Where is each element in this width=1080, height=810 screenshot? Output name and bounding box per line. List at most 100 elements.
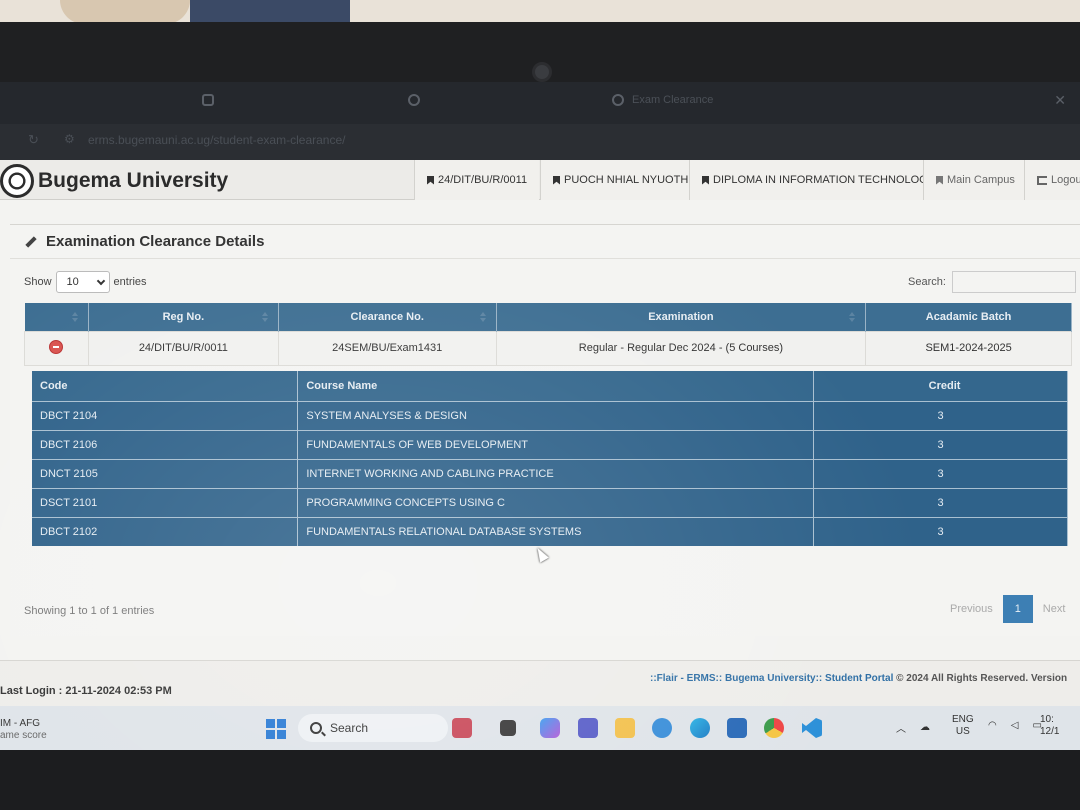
nav-label: Logout (1051, 174, 1080, 186)
widgets-icon[interactable] (452, 718, 472, 738)
nav-student-name[interactable]: PUOCH NHIAL NYUOTH (540, 160, 701, 200)
clearance-panel: Examination Clearance Details Show 10 en… (10, 224, 1080, 636)
nav-reg-number[interactable]: 24/DIT/BU/R/0011 (414, 160, 540, 200)
browser-tab[interactable] (202, 94, 222, 106)
panel-header: Examination Clearance Details (10, 225, 1080, 259)
course-name: SYSTEM ANALYSES & DESIGN (297, 400, 815, 430)
column-header-examination[interactable]: Examination (496, 303, 867, 331)
course-row: DNCT 2105 INTERNET WORKING AND CABLING P… (32, 458, 1068, 488)
windows-start-icon[interactable] (266, 719, 286, 739)
top-navbar: Bugema University 24/DIT/BU/R/0011 PUOCH… (0, 160, 1080, 200)
course-credit: 3 (813, 458, 1068, 488)
nav-label: Main Campus (947, 174, 1015, 186)
course-name: PROGRAMMING CONCEPTS USING C (297, 487, 815, 517)
teams-icon[interactable] (578, 718, 598, 738)
edge-icon[interactable] (690, 718, 710, 738)
tab-label: Exam Clearance (632, 94, 714, 106)
search-label: Search: (908, 276, 946, 288)
pagination: Previous 1 Next (950, 595, 1065, 623)
web-page: Bugema University 24/DIT/BU/R/0011 PUOCH… (0, 160, 1080, 706)
task-view-icon[interactable] (500, 720, 516, 736)
chevron-up-icon[interactable]: ︿ (896, 720, 906, 735)
file-explorer-icon[interactable] (615, 718, 635, 738)
language-indicator[interactable]: ENG US (952, 714, 974, 738)
entries-length-control: Show 10 entries (24, 271, 147, 293)
expand-cell[interactable] (24, 330, 89, 366)
laptop-bezel (0, 22, 1080, 82)
column-header-reg-no[interactable]: Reg No. (88, 303, 279, 331)
entries-select[interactable]: 10 (55, 271, 110, 293)
browser-tab-active[interactable]: Exam Clearance (612, 94, 713, 106)
close-icon[interactable]: ✕ (1054, 92, 1066, 109)
table-header-row: Reg No. Clearance No. Examination Acadam… (24, 303, 1072, 331)
column-label: Examination (648, 310, 714, 323)
chrome-icon[interactable] (764, 718, 784, 738)
reg-no-cell: 24/DIT/BU/R/0011 (87, 330, 279, 366)
column-header-course-name: Course Name (297, 371, 815, 401)
clock-date: 12/1 (1040, 726, 1060, 737)
course-row: DBCT 2106 FUNDAMENTALS OF WEB DEVELOPMEN… (32, 429, 1068, 459)
reload-icon[interactable]: ↻ (28, 132, 39, 148)
brand[interactable]: Bugema University (0, 164, 228, 198)
lang-region: US (955, 726, 970, 737)
copilot-icon[interactable] (540, 718, 560, 738)
photo-object (60, 0, 190, 24)
column-header-batch[interactable]: Acadamic Batch (865, 303, 1072, 331)
lang-code: ENG (952, 714, 974, 725)
store-icon[interactable] (727, 718, 747, 738)
copyright-rest: © 2024 All Rights Reserved. Version (893, 673, 1068, 684)
bookmark-icon (936, 175, 943, 185)
batch-cell: SEM1-2024-2025 (865, 330, 1072, 366)
sort-icon (71, 312, 80, 322)
brand-name: Bugema University (38, 169, 229, 192)
next-button[interactable]: Next (1043, 603, 1066, 615)
column-header-code: Code (32, 371, 299, 401)
status-icons[interactable]: ◠ ◁ ▭ (988, 720, 1042, 731)
copyright-portal: ::Flair - ERMS:: Bugema University:: Stu… (650, 673, 894, 684)
course-code: DBCT 2102 (32, 516, 299, 546)
university-logo-icon (0, 164, 34, 198)
chevron-down-icon (96, 276, 105, 285)
photo-background (0, 0, 1080, 24)
nav-campus[interactable]: Main Campus (923, 160, 1027, 200)
nav-label: PUOCH NHIAL NYUOTH (564, 174, 689, 186)
search-label: Search (330, 721, 369, 735)
course-name: FUNDAMENTALS RELATIONAL DATABASE SYSTEMS (297, 516, 815, 546)
vscode-icon[interactable] (802, 718, 822, 738)
webcam (532, 62, 552, 82)
collapse-icon[interactable] (49, 339, 64, 354)
previous-button[interactable]: Previous (950, 603, 993, 615)
rounded-square-icon (202, 94, 214, 106)
search-input[interactable] (951, 271, 1076, 293)
weather-line: IM - AFG (0, 718, 40, 729)
column-header-clearance-no[interactable]: Clearance No. (278, 303, 497, 331)
taskbar-search[interactable]: Search (298, 714, 448, 742)
weather-sub: ame score (0, 730, 47, 741)
nav-program[interactable]: DIPLOMA IN INFORMATION TECHNOLOGY (689, 160, 948, 200)
column-label: Clearance No. (350, 310, 424, 323)
bookmark-icon (702, 175, 709, 185)
course-code: DNCT 2105 (32, 458, 299, 488)
photo-object (190, 0, 350, 24)
page-1-button[interactable]: 1 (1002, 595, 1033, 623)
column-header-expand[interactable] (24, 303, 89, 331)
examination-cell: Regular - Regular Dec 2024 - (5 Courses) (495, 330, 867, 366)
address-bar[interactable]: ↻ ⚙ erms.bugemauni.ac.ug/student-exam-cl… (0, 124, 1080, 160)
site-info-icon[interactable]: ⚙ (64, 132, 75, 146)
courses-header-row: Code Course Name Credit (32, 371, 1068, 401)
app-icon[interactable] (652, 718, 672, 738)
taskbar: IM - AFG ame score Search ︿ ☁ ENG US ◠ ◁… (0, 706, 1080, 750)
last-login: Last Login : 21-11-2024 02:53 PM (0, 685, 172, 697)
browser-tab[interactable] (408, 94, 428, 106)
entries-label: entries (113, 276, 147, 288)
cloud-icon[interactable]: ☁ (920, 722, 930, 733)
column-header-credit: Credit (813, 371, 1068, 401)
table-info: Showing 1 to 1 of 1 entries (24, 605, 155, 617)
nav-logout[interactable]: Logout (1024, 160, 1080, 200)
clock[interactable]: 10: 12/1 (1040, 714, 1059, 738)
url-text[interactable]: erms.bugemauni.ac.ug/student-exam-cleara… (88, 133, 345, 147)
weather-widget[interactable]: IM - AFG ame score (0, 718, 47, 742)
system-tray: ︿ ☁ (896, 720, 930, 735)
screen: Exam Clearance ✕ ↻ ⚙ erms.bugemauni.ac.u… (0, 82, 1080, 750)
course-credit: 3 (813, 487, 1068, 517)
